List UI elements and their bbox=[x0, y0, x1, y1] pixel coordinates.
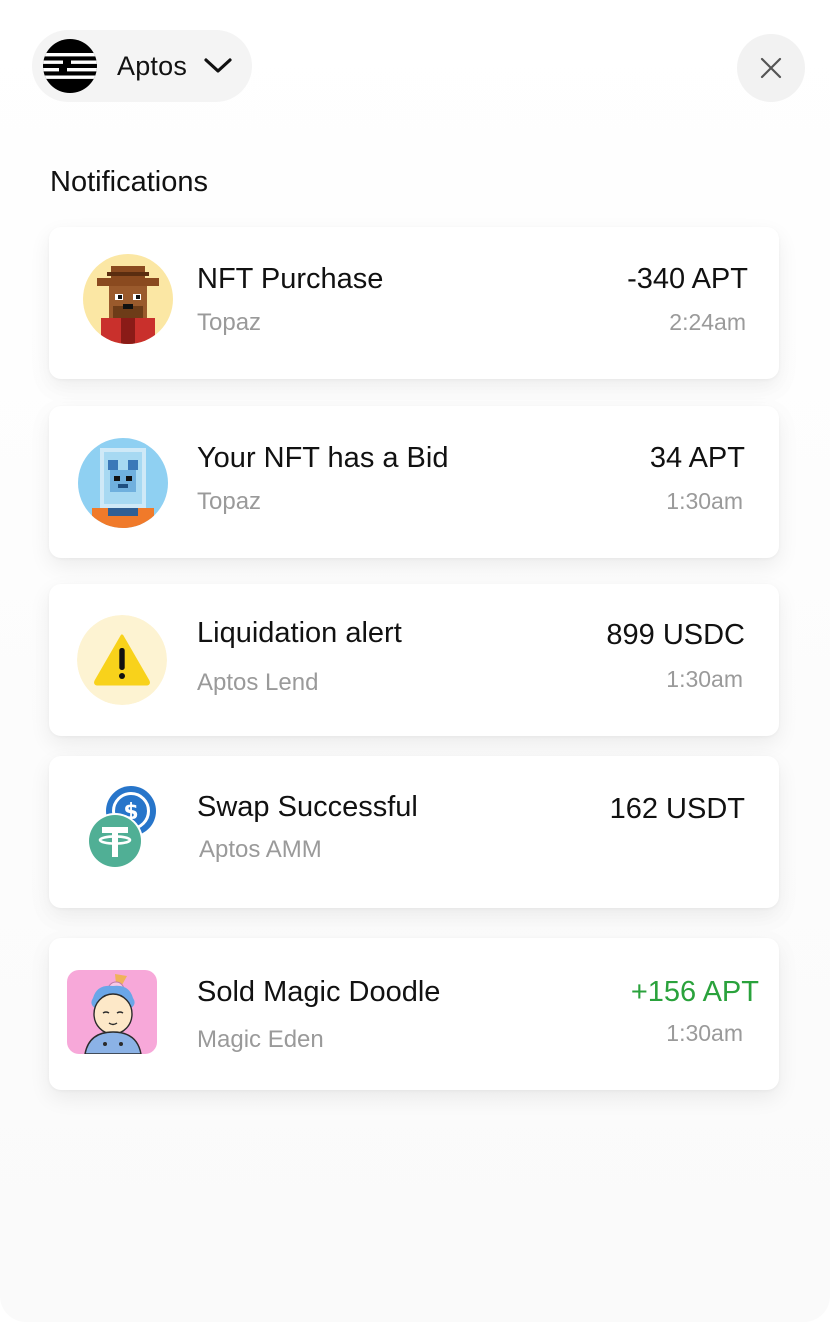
notification-time: 1:30am bbox=[666, 666, 743, 692]
nft-avatar-icon bbox=[83, 254, 173, 344]
notification-source: Aptos Lend bbox=[197, 669, 319, 696]
notification-card[interactable]: $ Swap Successful Aptos AMM 162 USDT bbox=[49, 756, 779, 908]
close-button[interactable] bbox=[737, 34, 805, 102]
notification-time: 1:30am bbox=[666, 488, 743, 514]
notification-title: NFT Purchase bbox=[197, 263, 384, 295]
swap-tokens-icon: $ bbox=[87, 786, 159, 868]
notification-card[interactable]: Your NFT has a Bid Topaz 34 APT 1:30am bbox=[49, 406, 779, 558]
close-icon bbox=[760, 57, 782, 79]
network-selector[interactable]: Aptos bbox=[32, 30, 252, 102]
notification-title: Swap Successful bbox=[197, 791, 418, 823]
notification-time: 1:30am bbox=[666, 1020, 743, 1046]
notification-source: Topaz bbox=[197, 488, 262, 515]
notification-amount: 899 USDC bbox=[606, 619, 745, 651]
aptos-logo-icon bbox=[43, 39, 97, 93]
notification-time: 2:24am bbox=[669, 309, 746, 335]
notification-amount: -340 APT bbox=[627, 263, 748, 295]
nft-avatar-icon bbox=[67, 970, 157, 1054]
notification-title: Liquidation alert bbox=[197, 617, 402, 649]
notification-amount: +156 APT bbox=[630, 976, 759, 1008]
notification-amount: 162 USDT bbox=[609, 793, 745, 825]
notification-card[interactable]: Sold Magic Doodle Magic Eden +156 APT 1:… bbox=[49, 938, 779, 1090]
warning-icon bbox=[77, 615, 167, 705]
notification-title: Your NFT has a Bid bbox=[197, 442, 449, 474]
notifications-panel: Aptos Notifications NFT Purchase Topaz -… bbox=[0, 0, 830, 1322]
chevron-down-icon bbox=[204, 58, 232, 73]
network-name: Aptos bbox=[117, 50, 188, 81]
nft-avatar-icon bbox=[78, 438, 168, 528]
notification-source: Topaz bbox=[197, 309, 262, 336]
notification-source: Aptos AMM bbox=[199, 836, 322, 863]
notification-amount: 34 APT bbox=[649, 442, 745, 474]
notification-title: Sold Magic Doodle bbox=[197, 976, 441, 1008]
notification-card[interactable]: NFT Purchase Topaz -340 APT 2:24am bbox=[49, 227, 779, 379]
section-title: Notifications bbox=[50, 166, 208, 198]
notification-source: Magic Eden bbox=[197, 1026, 324, 1053]
notification-card[interactable]: Liquidation alert Aptos Lend 899 USDC 1:… bbox=[49, 584, 779, 736]
